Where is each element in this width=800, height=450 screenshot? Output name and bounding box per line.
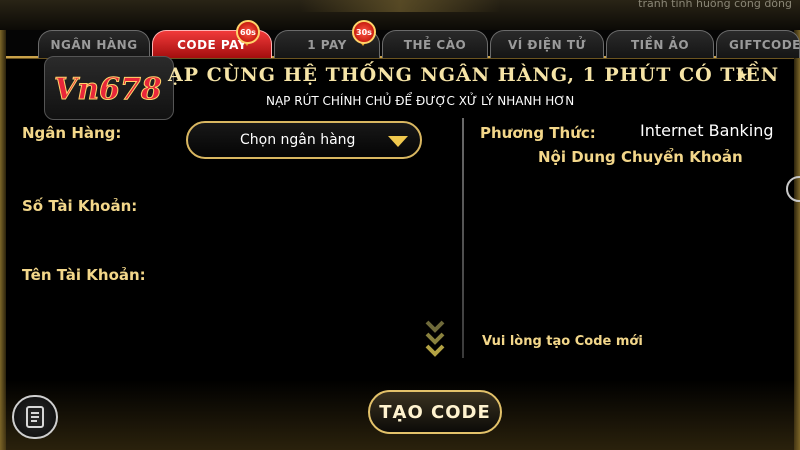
logo-text: Vn678 (54, 72, 162, 107)
badge-text: 60s (240, 27, 256, 37)
receipt-icon (26, 406, 44, 428)
tab-label: GIFTCODE (729, 37, 800, 52)
double-chevron-down-icon[interactable] (424, 318, 446, 362)
tab-label: CODE PAY (177, 37, 247, 52)
code-note: Vui lòng tạo Code mới (482, 334, 643, 349)
create-code-label: TẠO CODE (379, 401, 491, 423)
method-label: Phương Thức: (480, 124, 596, 142)
transfer-content-title: Nội Dung Chuyển Khoản (538, 148, 743, 166)
tab-bank[interactable]: NGÂN HÀNG (38, 30, 150, 58)
timer-badge-60s: 60s (236, 20, 260, 44)
account-number-label: Số Tài Khoản: (22, 197, 138, 215)
sparkle-icon: ★ (736, 68, 749, 84)
bank-label: Ngân Hàng: (22, 124, 122, 142)
bank-select-value: Chọn ngân hàng (240, 132, 356, 148)
tab-label: THẺ CÀO (403, 37, 467, 52)
tab-label: 1 PAY (307, 37, 347, 52)
deposit-dialog: tranh tình huống công đồng NGÂN HÀNG COD… (0, 0, 800, 450)
promo-subline: NẠP RÚT CHÍNH CHỦ ĐỂ ĐƯỢC XỬ LÝ NHANH HƠ… (266, 94, 575, 108)
create-code-button[interactable]: TẠO CODE (368, 390, 502, 434)
history-button[interactable] (12, 395, 58, 439)
top-hint-text: tranh tình huống công đồng (638, 0, 792, 10)
tab-label: TIỀN ẢO (630, 37, 690, 52)
tab-giftcode[interactable]: GIFTCODE (716, 30, 800, 58)
column-divider (462, 118, 464, 358)
logo-mark: Vn678 (54, 72, 163, 108)
payment-tabs: NGÂN HÀNG CODE PAY 1 PAY THẺ CÀO VÍ ĐIỆN… (30, 26, 800, 58)
tab-label: VÍ ĐIỆN TỬ (507, 37, 587, 52)
top-ornament (300, 0, 500, 12)
account-name-label: Tên Tài Khoản: (22, 266, 146, 284)
tab-label: NGÂN HÀNG (50, 37, 138, 52)
badge-text: 30s (356, 27, 372, 37)
bank-select[interactable]: Chọn ngân hàng (186, 121, 422, 159)
brand-logo: Vn678 (44, 56, 174, 120)
tab-crypto[interactable]: TIỀN ẢO (606, 30, 714, 58)
method-value: Internet Banking (640, 121, 774, 140)
timer-badge-30s: 30s (352, 20, 376, 44)
promo-headline: ẠP CÙNG HỆ THỐNG NGÂN HÀNG, 1 PHÚT CÓ TI… (168, 64, 780, 86)
caret-down-icon (388, 136, 408, 147)
tab-scratch-card[interactable]: THẺ CÀO (382, 30, 488, 58)
tab-e-wallet[interactable]: VÍ ĐIỆN TỬ (490, 30, 604, 58)
